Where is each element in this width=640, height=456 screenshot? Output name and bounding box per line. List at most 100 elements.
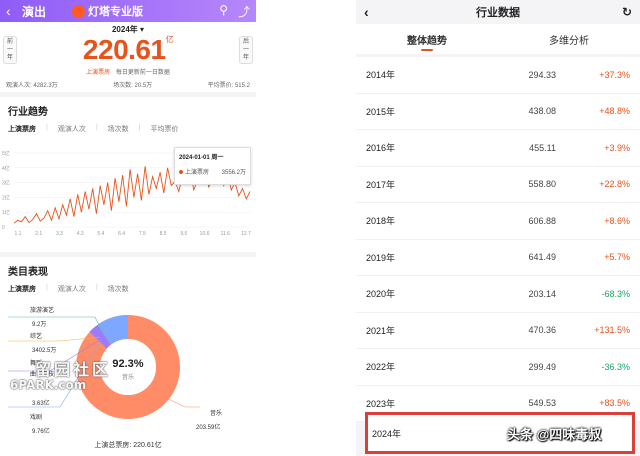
watermark-url: 6PARK.com	[10, 378, 87, 392]
row-value: 294.33	[528, 69, 556, 80]
trend-tabs: 上演票房 | 观演人次 | 场次数 | 平均票价	[8, 124, 179, 134]
row-value: 203.14	[528, 288, 556, 299]
row-value: 549.53	[528, 398, 556, 409]
right-screen: ‹ 行业数据 ↻ 整体趋势 多维分析 2014年 294.33 +37.3% 2015…	[356, 0, 640, 456]
table-row[interactable]: 2018年 606.88 +8.6%	[356, 203, 640, 240]
highlight-year: 2024年	[372, 428, 402, 439]
cat-quyi-value: 3.63亿	[32, 401, 50, 407]
row-year: 2023年	[366, 398, 396, 409]
share-icon[interactable]: ⤴	[238, 3, 250, 20]
tab-attendance[interactable]: 观演人次	[58, 124, 86, 134]
table-row[interactable]: 2021年 470.36 +131.5%	[356, 313, 640, 349]
tab-avg-price[interactable]: 平均票价	[150, 124, 178, 134]
y-tick-label: 3亿	[2, 180, 10, 187]
x-tick-label: 2.1	[35, 231, 42, 237]
cat-variety-value: 3402.5万	[32, 348, 57, 354]
brand: 灯塔专业版	[72, 3, 143, 19]
cat-tab-box-office[interactable]: 上演票房	[8, 284, 36, 294]
tooltip-date: 2024-01-01 周一	[179, 155, 224, 161]
x-tick-label: 6.4	[118, 231, 125, 237]
row-year: 2015年	[366, 106, 396, 117]
sub-label: 上演票房	[86, 70, 111, 76]
tab-shows[interactable]: 场次数	[108, 124, 129, 134]
y-tick-label: 2亿	[2, 194, 10, 201]
cat-drama-name: 戏剧	[30, 415, 43, 421]
tooltip-series: 上演票房	[185, 170, 210, 176]
row-year: 2021年	[366, 325, 396, 336]
box-office-sub: 上演票房 每日更新前一日数据	[0, 67, 256, 76]
cat-music-value: 203.59亿	[196, 425, 221, 431]
page-title: 演出	[22, 4, 47, 19]
search-icon[interactable]: ⚲	[219, 3, 228, 20]
row-value: 470.36	[528, 325, 556, 336]
donut-segment-quyi[interactable]	[89, 325, 111, 349]
cat-tab-shows[interactable]: 场次数	[108, 284, 129, 294]
x-tick-label: 9.5	[180, 231, 187, 237]
cat-tourism-name: 旅游演艺	[30, 308, 55, 314]
tab-multi-analysis[interactable]: 多维分析	[498, 24, 640, 54]
donut-segment-drama[interactable]	[96, 315, 129, 346]
x-tick-label: 1.1	[15, 231, 22, 237]
cat-tourism-value: 9.2万	[32, 322, 47, 328]
next-year-button[interactable]: 后 一 年	[239, 36, 253, 64]
row-value: 606.88	[528, 215, 556, 226]
next-char: 后	[242, 39, 249, 45]
row-year: 2016年	[366, 143, 396, 154]
cat-drama-value: 9.76亿	[32, 429, 50, 435]
row-change: -36.3%	[601, 361, 630, 372]
x-tick-label: 7.5	[139, 231, 146, 237]
row-value: 641.49	[528, 252, 556, 263]
next-char: 一	[242, 47, 249, 53]
row-year: 2019年	[366, 252, 396, 263]
row-change: +48.8%	[599, 106, 630, 117]
author-watermark: 头条 @四味毒叔	[507, 427, 602, 442]
table-row[interactable]: 2022年 299.49 -36.3%	[356, 349, 640, 386]
row-value: 558.80	[528, 179, 556, 190]
table-row[interactable]: 2016年 455.11 +3.9%	[356, 130, 640, 167]
row-change: +37.3%	[599, 69, 630, 80]
stats-row: 观演人次: 4282.3万 场次数: 20.5万 平均票价: 515.2	[6, 80, 250, 89]
row-change: +22.8%	[599, 179, 630, 190]
box-office-summary: 2024年 ▾ 前 一 年 220.61亿 后 一 年 上演票房 每日更新前一日…	[0, 22, 256, 92]
table-row[interactable]: 2019年 641.49 +5.7%	[356, 240, 640, 276]
table-row[interactable]: 2014年 294.33 +37.3%	[356, 57, 640, 94]
row-value: 438.08	[528, 106, 556, 117]
x-tick-label: 12.7	[241, 231, 251, 237]
row-change: +8.6%	[604, 215, 630, 226]
y-tick-label: 0	[2, 225, 5, 231]
x-tick-label: 4.3	[77, 231, 84, 237]
x-tick-label: 3.3	[56, 231, 63, 237]
row-change: +131.5%	[594, 325, 630, 336]
table-row[interactable]: 2020年 203.14 -68.3%	[356, 276, 640, 313]
row-year: 2017年	[366, 179, 396, 190]
shows-stat: 场次数: 20.5万	[113, 83, 153, 89]
row-change: +83.5%	[599, 398, 630, 409]
row-change: -68.3%	[601, 288, 630, 299]
category-title: 类目表现	[8, 267, 48, 278]
table-row[interactable]: 2017年 558.80 +22.8%	[356, 167, 640, 203]
y-tick-label: 4亿	[2, 165, 10, 172]
tab-overall-trend[interactable]: 整体趋势	[356, 24, 498, 54]
left-screen: ‹ 演出 灯塔专业版 ⚲ ⤴ 2024年 ▾ 前 一 年 220.61亿 后 一…	[0, 0, 256, 456]
tooltip-value: 3556.2万	[221, 170, 246, 176]
table-row[interactable]: 2015年 438.08 +48.8%	[356, 94, 640, 130]
row-value: 299.49	[528, 361, 556, 372]
y-tick-label: 1亿	[2, 209, 10, 216]
trend-title: 行业趋势	[8, 107, 48, 118]
tab-box-office[interactable]: 上演票房	[8, 124, 36, 134]
cat-tab-attendance[interactable]: 观演人次	[58, 284, 86, 294]
watermark-text: 留园社区	[35, 360, 112, 379]
trend-card: 行业趋势 上演票房 | 观演人次 | 场次数 | 平均票价 0 1亿 2亿 3亿 4亿 5亿 1.…	[0, 97, 256, 252]
y-tick-label: 5亿	[2, 150, 10, 157]
back-icon[interactable]: ‹	[6, 3, 18, 19]
series-dot-icon	[179, 170, 183, 174]
right-tabs: 整体趋势 多维分析	[356, 24, 640, 54]
chart-tooltip: 2024-01-01 周一 上演票房 3556.2万	[174, 147, 251, 185]
left-header: ‹ 演出 灯塔专业版 ⚲ ⤴	[0, 0, 256, 22]
row-change: +3.9%	[604, 142, 630, 153]
next-char: 年	[242, 55, 249, 61]
row-change: +5.7%	[604, 252, 630, 263]
avg-price-stat: 平均票价: 515.2	[207, 83, 250, 89]
row-year: 2020年	[366, 289, 396, 300]
attendance-stat: 观演人次: 4282.3万	[6, 83, 58, 89]
